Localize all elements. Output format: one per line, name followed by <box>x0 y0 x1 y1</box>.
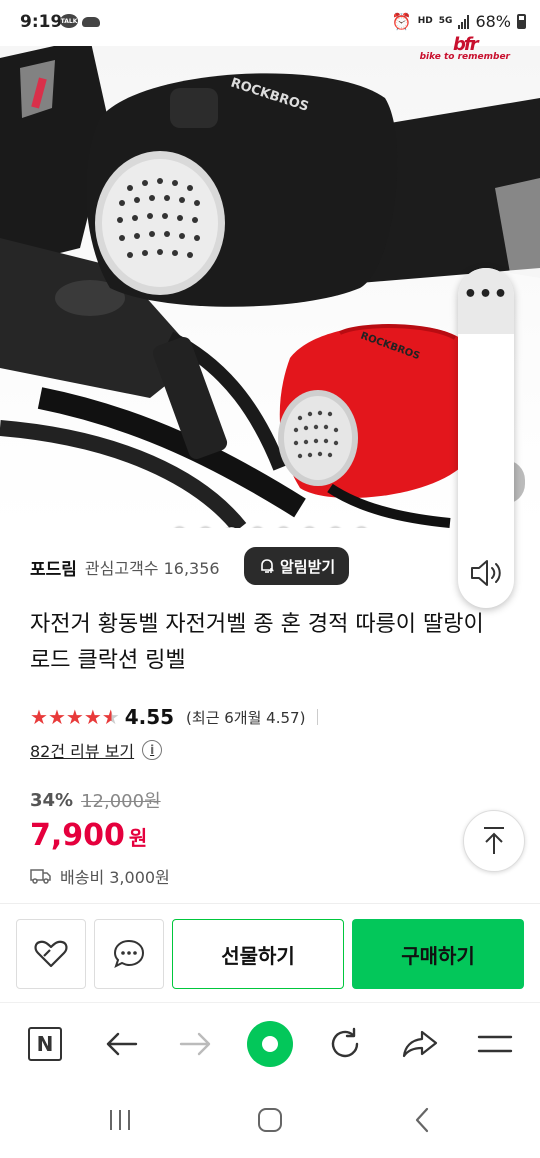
screen: 9:19 TALK ⏰ HD 5G 68% bfr bike to rememb… <box>0 0 540 1158</box>
status-time: 9:19 <box>20 12 63 32</box>
refresh-icon <box>331 1027 359 1058</box>
sale-price: 7,900 <box>30 818 125 853</box>
share-icon <box>402 1030 438 1058</box>
recent-apps-icon <box>110 1110 130 1130</box>
naver-n-button[interactable]: N <box>22 1021 68 1067</box>
carousel-dot[interactable] <box>276 527 290 528</box>
star-icon: ★ <box>65 705 84 729</box>
home-button[interactable] <box>247 1021 293 1067</box>
battery-icon <box>517 14 526 29</box>
review-link[interactable]: 82건 리뷰 보기 i <box>30 738 163 762</box>
android-home-button[interactable] <box>250 1102 290 1138</box>
share-button[interactable] <box>397 1021 443 1067</box>
carousel-dot[interactable] <box>328 527 342 528</box>
watermark-tagline: bike to remember <box>419 52 510 62</box>
buy-button[interactable]: 구매하기 <box>352 919 524 989</box>
forward-arrow-icon <box>179 1032 211 1056</box>
back-arrow-icon <box>106 1032 138 1056</box>
alarm-icon: ⏰ <box>391 12 412 31</box>
divider <box>317 709 319 725</box>
talk-inquiry-button[interactable] <box>94 919 164 989</box>
system-navigation-bar <box>0 1084 540 1158</box>
currency-unit: 원 <box>128 826 148 850</box>
star-icon: ★ <box>47 705 66 729</box>
home-icon <box>247 1021 293 1067</box>
store-info: 포드림 관심고객수 16,356 <box>30 549 450 585</box>
battery-percent: 68% <box>475 12 511 31</box>
more-options-button[interactable]: ••• <box>458 268 514 334</box>
carousel-dot[interactable] <box>250 527 264 528</box>
home-square-icon <box>258 1108 282 1132</box>
browser-toolbar: N <box>0 1002 540 1084</box>
store-name[interactable]: 포드림 <box>30 555 77 580</box>
refresh-button[interactable] <box>322 1021 368 1067</box>
kakaotalk-icon: TALK <box>60 14 78 28</box>
carousel-dot[interactable] <box>354 527 368 528</box>
star-icon: ★ <box>101 705 120 729</box>
rating-stars: ★ ★ ★ ★ ★ <box>30 705 120 729</box>
rating-value: 4.55 <box>124 705 175 729</box>
recent-apps-button[interactable] <box>100 1102 140 1138</box>
alarm-label: 알림받기 <box>280 557 336 576</box>
arrow-up-icon <box>484 827 504 854</box>
bell-plus-icon <box>261 559 274 573</box>
chat-bubble-icon <box>113 939 145 968</box>
rating-row: ★ ★ ★ ★ ★ 4.55 (최근 6개월 4.57) <box>30 704 319 730</box>
discount-row: 34% 12,000원 <box>30 787 161 813</box>
notification-icons: TALK <box>60 14 100 28</box>
wishlist-button[interactable] <box>16 919 86 989</box>
carousel-dot[interactable] <box>224 527 238 528</box>
product-title: 자전거 황동벨 자전거벨 종 혼 경적 따릉이 딸랑이 로드 클락션 링벨 <box>30 612 484 673</box>
price-row: 7,900 원 <box>30 818 147 853</box>
chevron-left-icon <box>415 1107 429 1133</box>
store-followers: 관심고객수 16,356 <box>84 559 220 578</box>
star-icon: ★ <box>83 705 102 729</box>
menu-icon <box>477 1035 513 1053</box>
alarm-subscribe-button[interactable]: 알림받기 <box>244 547 350 585</box>
watermark-mark: bfr <box>452 34 479 55</box>
volume-icon[interactable] <box>470 558 504 588</box>
android-back-button[interactable] <box>402 1102 442 1138</box>
heart-icon <box>34 940 68 968</box>
scroll-to-top-button[interactable] <box>463 810 525 872</box>
shipping-fee: 배송비 3,000원 <box>60 868 170 887</box>
truck-icon <box>30 869 51 884</box>
recent-rating: (최근 6개월 4.57) <box>186 708 306 727</box>
original-price: 12,000원 <box>81 791 161 812</box>
volume-panel: ••• <box>458 268 514 608</box>
signal-icon <box>458 14 470 29</box>
naver-n-icon: N <box>28 1027 62 1061</box>
network-5g-icon: 5G <box>438 16 453 26</box>
menu-button[interactable] <box>472 1021 518 1067</box>
gift-button[interactable]: 선물하기 <box>172 919 344 989</box>
carousel-dot[interactable] <box>198 527 212 528</box>
cloud-icon <box>82 17 100 27</box>
system-icons: ⏰ HD 5G 68% <box>392 12 526 31</box>
review-link-label[interactable]: 82건 리뷰 보기 <box>30 738 134 762</box>
hd-voice-icon: HD <box>417 16 433 26</box>
discount-rate: 34% <box>30 789 74 811</box>
carousel-dot[interactable] <box>172 527 186 528</box>
carousel-dot[interactable] <box>302 527 316 528</box>
back-button[interactable] <box>98 1021 144 1067</box>
more-icon: ••• <box>463 282 509 307</box>
shipping-row: 배송비 3,000원 <box>30 864 170 888</box>
forward-button[interactable] <box>173 1021 219 1067</box>
purchase-action-bar: 선물하기 구매하기 <box>0 903 540 1001</box>
info-icon[interactable]: i <box>142 740 163 760</box>
watermark-logo: bfr bike to remember <box>419 34 510 63</box>
star-icon: ★ <box>30 705 48 729</box>
